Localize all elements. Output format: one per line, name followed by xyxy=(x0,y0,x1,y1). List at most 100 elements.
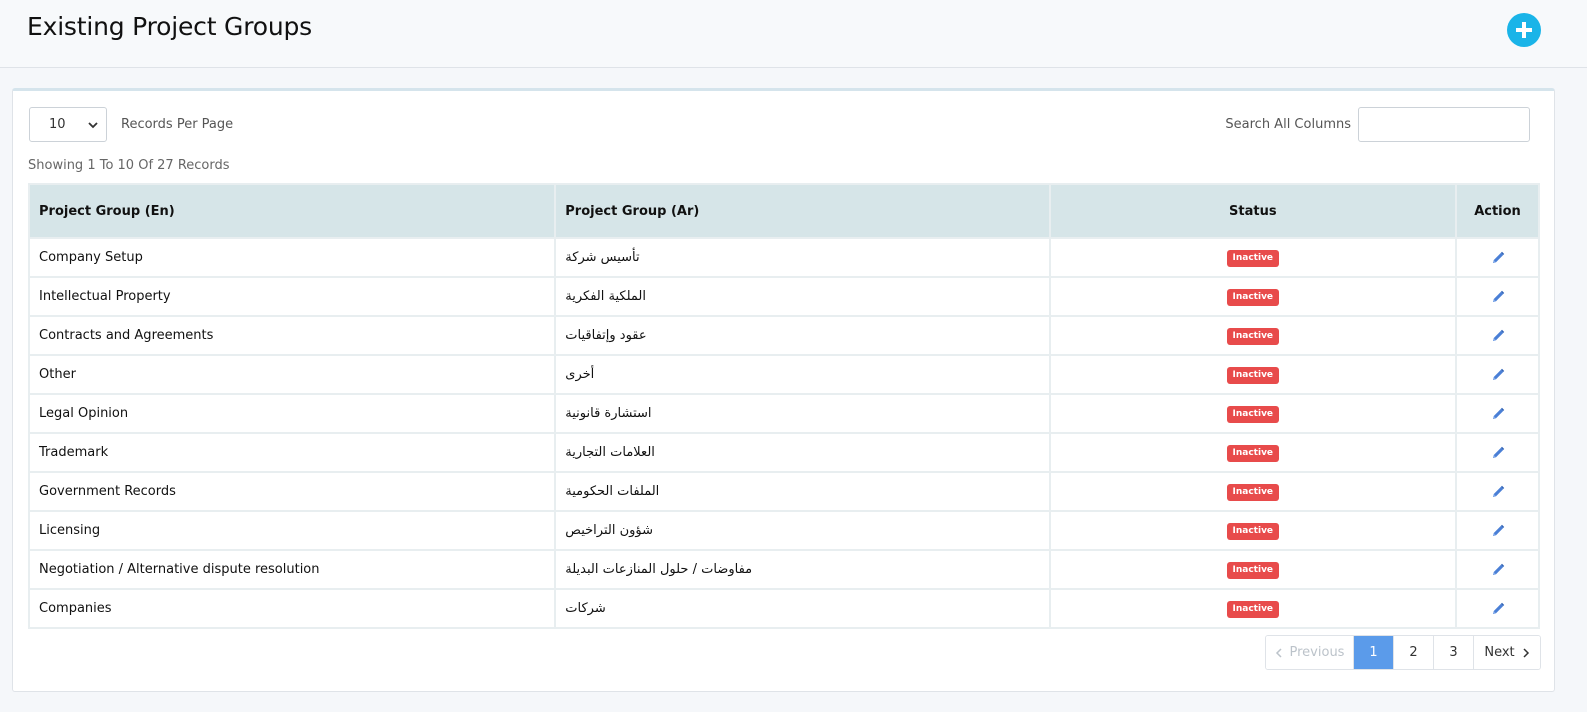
cell-project-group-en: Negotiation / Alternative dispute resolu… xyxy=(27,549,557,590)
status-badge: Inactive xyxy=(1226,444,1280,462)
cell-action xyxy=(1455,276,1540,317)
pencil-icon xyxy=(1492,602,1504,614)
table-row: Government Records الملفات الحكومية Inacti… xyxy=(27,471,1540,512)
table-row: Licensing شؤون التراخيص Inactive xyxy=(27,510,1540,551)
records-per-page-select[interactable]: 10 xyxy=(29,107,107,142)
cell-project-group-en: Intellectual Property xyxy=(27,276,557,317)
page-title: Existing Project Groups xyxy=(27,12,312,41)
column-header-ar[interactable]: Project Group (Ar) xyxy=(554,183,1051,239)
pencil-icon xyxy=(1492,251,1504,263)
cell-status: Inactive xyxy=(1048,237,1458,278)
edit-button[interactable] xyxy=(1490,523,1506,539)
chevron-down-icon xyxy=(88,122,98,129)
cell-status: Inactive xyxy=(1048,588,1458,629)
pencil-icon xyxy=(1492,368,1504,380)
table-row: Company Setup تأسيس شركة Inactive xyxy=(27,237,1540,278)
cell-project-group-ar: عقود وإتفاقيات xyxy=(554,315,1051,356)
status-badge: Inactive xyxy=(1226,600,1280,618)
pencil-icon xyxy=(1492,290,1504,302)
cell-project-group-en: Legal Opinion xyxy=(27,393,557,434)
pencil-icon xyxy=(1492,446,1504,458)
pagination-previous-button[interactable]: Previous xyxy=(1266,636,1354,669)
status-badge: Inactive xyxy=(1226,327,1280,345)
edit-button[interactable] xyxy=(1490,367,1506,383)
chevron-right-icon xyxy=(1523,647,1529,658)
cell-project-group-en: Company Setup xyxy=(27,237,557,278)
table-row: Trademark العلامات التجارية Inactive xyxy=(27,432,1540,473)
cell-project-group-en: Government Records xyxy=(27,471,557,512)
column-header-action: Action xyxy=(1455,183,1540,239)
cell-action xyxy=(1455,432,1540,473)
cell-project-group-en: Trademark xyxy=(27,432,557,473)
cell-status: Inactive xyxy=(1048,510,1458,551)
table-row: Other أخرى Inactive xyxy=(27,354,1540,395)
cell-status: Inactive xyxy=(1048,432,1458,473)
cell-status: Inactive xyxy=(1048,315,1458,356)
project-groups-table: Project Group (En) Project Group (Ar) St… xyxy=(27,183,1540,629)
table-row: Companies شركات Inactive xyxy=(27,588,1540,629)
plus-icon xyxy=(1516,22,1532,38)
cell-action xyxy=(1455,510,1540,551)
pagination-page-1[interactable]: 1 xyxy=(1354,636,1394,669)
column-header-status[interactable]: Status xyxy=(1048,183,1458,239)
edit-button[interactable] xyxy=(1490,250,1506,266)
cell-project-group-ar: شؤون التراخيص xyxy=(554,510,1051,551)
status-badge: Inactive xyxy=(1226,366,1280,384)
cell-project-group-ar: أخرى xyxy=(554,354,1051,395)
cell-project-group-ar: الملفات الحكومية xyxy=(554,471,1051,512)
edit-button[interactable] xyxy=(1490,406,1506,422)
edit-button[interactable] xyxy=(1490,445,1506,461)
cell-project-group-ar: تأسيس شركة xyxy=(554,237,1051,278)
column-header-en[interactable]: Project Group (En) xyxy=(27,183,557,239)
pagination-next-label: Next xyxy=(1484,645,1515,660)
cell-action xyxy=(1455,315,1540,356)
pagination-previous-label: Previous xyxy=(1289,645,1345,660)
cell-action xyxy=(1455,393,1540,434)
cell-project-group-ar: العلامات التجارية xyxy=(554,432,1051,473)
chevron-left-icon xyxy=(1275,647,1282,658)
pagination-page-2[interactable]: 2 xyxy=(1394,636,1434,669)
edit-button[interactable] xyxy=(1490,484,1506,500)
cell-status: Inactive xyxy=(1048,549,1458,590)
page-header: Existing Project Groups xyxy=(0,0,1587,68)
records-info: Showing 1 To 10 Of 27 Records xyxy=(28,158,230,173)
pagination-page-3[interactable]: 3 xyxy=(1434,636,1474,669)
cell-project-group-en: Licensing xyxy=(27,510,557,551)
table-row: Contracts and Agreements عقود وإتفاقيات In… xyxy=(27,315,1540,356)
cell-action xyxy=(1455,549,1540,590)
pagination: Previous 1 2 3 Next xyxy=(1265,635,1541,670)
search-label: Search All Columns xyxy=(1225,117,1351,132)
pencil-icon xyxy=(1492,407,1504,419)
add-project-group-button[interactable] xyxy=(1507,13,1541,47)
cell-project-group-ar: شركات xyxy=(554,588,1051,629)
edit-button[interactable] xyxy=(1490,328,1506,344)
cell-project-group-en: Other xyxy=(27,354,557,395)
pencil-icon xyxy=(1492,563,1504,575)
cell-action xyxy=(1455,588,1540,629)
table-row: Negotiation / Alternative dispute resolu… xyxy=(27,549,1540,590)
records-per-page-value: 10 xyxy=(49,117,66,132)
cell-action xyxy=(1455,354,1540,395)
cell-action xyxy=(1455,237,1540,278)
search-input[interactable] xyxy=(1358,107,1530,142)
cell-status: Inactive xyxy=(1048,471,1458,512)
cell-status: Inactive xyxy=(1048,354,1458,395)
pagination-next-button[interactable]: Next xyxy=(1474,636,1540,669)
cell-project-group-en: Companies xyxy=(27,588,557,629)
cell-project-group-ar: استشارة قانونية xyxy=(554,393,1051,434)
pencil-icon xyxy=(1492,485,1504,497)
cell-status: Inactive xyxy=(1048,276,1458,317)
edit-button[interactable] xyxy=(1490,601,1506,617)
edit-button[interactable] xyxy=(1490,289,1506,305)
edit-button[interactable] xyxy=(1490,562,1506,578)
status-badge: Inactive xyxy=(1226,288,1280,306)
cell-status: Inactive xyxy=(1048,393,1458,434)
records-per-page-label: Records Per Page xyxy=(121,117,234,132)
pencil-icon xyxy=(1492,329,1504,341)
status-badge: Inactive xyxy=(1226,522,1280,540)
pencil-icon xyxy=(1492,524,1504,536)
status-badge: Inactive xyxy=(1226,405,1280,423)
status-badge: Inactive xyxy=(1226,249,1280,267)
status-badge: Inactive xyxy=(1226,483,1280,501)
table-row: Intellectual Property الملكية الفكرية Inac… xyxy=(27,276,1540,317)
